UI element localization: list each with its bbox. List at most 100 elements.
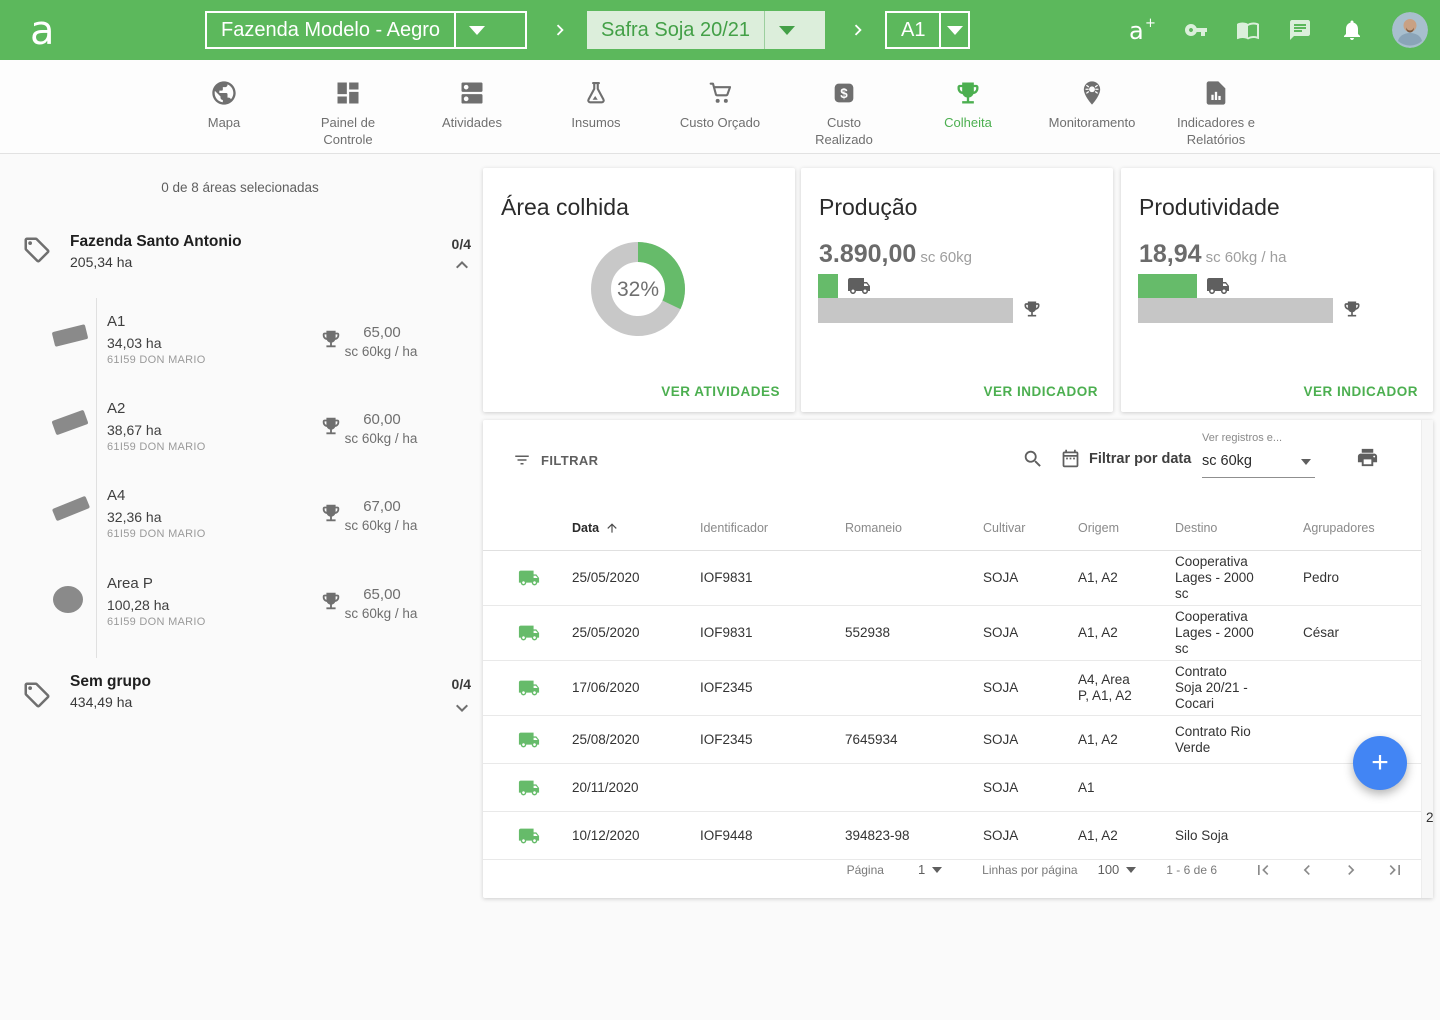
area-item-a2[interactable]: A2 38,67 ha 61I59 DON MARIO 60,00 sc 60k…	[0, 397, 470, 485]
cell-destino: Contrato Rio Verde	[1175, 724, 1303, 756]
nav-label: Insumos	[571, 114, 620, 131]
chevron-down-icon	[932, 867, 942, 873]
nav-item-custo-orcado[interactable]: Custo Orçado	[658, 60, 782, 153]
book-icon[interactable]	[1236, 18, 1260, 42]
sort-arrow-up-icon	[605, 521, 619, 535]
nav-item-indicadores-relatorios[interactable]: Indicadores e Relatórios	[1154, 60, 1278, 153]
area-selector-caret[interactable]	[939, 13, 968, 47]
area-shape-icon	[52, 324, 89, 347]
group-fazenda-santo-antonio[interactable]: Fazenda Santo Antonio 205,34 ha 0/4	[0, 233, 480, 293]
area-size: 34,03 ha	[107, 335, 162, 351]
group-selected-count: 0/4	[452, 676, 471, 692]
search-icon[interactable]	[1022, 448, 1044, 470]
expand-icon[interactable]	[450, 696, 474, 720]
table-scrollbar[interactable]	[1421, 420, 1433, 898]
production-progress	[818, 274, 1013, 298]
group-sem-grupo[interactable]: Sem grupo 434,49 ha 0/4	[0, 673, 480, 733]
cell-origem: A1	[1078, 780, 1175, 796]
cell-cultivar: SOJA	[983, 625, 1078, 641]
group-area: 434,49 ha	[70, 694, 132, 710]
harvest-records-table-card: FILTRAR Filtrar por data Ver registros e…	[483, 420, 1433, 898]
production-unit: sc 60kg	[920, 249, 972, 266]
cell-agrupadores: César	[1303, 625, 1421, 641]
page-label: Página	[847, 863, 884, 877]
filter-button[interactable]: FILTRAR	[513, 451, 598, 469]
farm-selector-dropdown[interactable]: Fazenda Modelo - Aegro	[205, 11, 527, 49]
table-row[interactable]: 25/05/2020 IOF9831 SOJA A1, A2 Cooperati…	[483, 551, 1421, 606]
chevron-down-icon	[1301, 459, 1311, 465]
collapse-icon[interactable]	[450, 253, 474, 277]
main-nav: Mapa Painel de Controle Atividades Insum…	[0, 60, 1440, 154]
svg-text:a: a	[30, 8, 55, 52]
svg-text:$: $	[840, 86, 848, 101]
area-variety: 61I59 DON MARIO	[107, 616, 206, 628]
area-name: A1	[107, 313, 125, 330]
farm-selector-caret[interactable]	[454, 13, 498, 47]
table-row[interactable]: 20/11/2020 SOJA A1	[483, 764, 1421, 812]
chat-icon[interactable]	[1288, 18, 1312, 42]
table-header-row: Data Identificador Romaneio Cultivar Ori…	[483, 505, 1421, 551]
areas-sidebar: 0 de 8 áreas selecionadas Fazenda Santo …	[0, 154, 480, 1020]
filter-by-date-button[interactable]: Filtrar por data	[1060, 448, 1191, 469]
last-page-icon[interactable]	[1385, 860, 1405, 880]
column-romaneio[interactable]: Romaneio	[845, 521, 983, 535]
nav-item-custo-realizado[interactable]: $ Custo Realizado	[782, 60, 906, 153]
calendar-icon	[1060, 448, 1081, 469]
ver-atividades-link[interactable]: VER ATIVIDADES	[661, 384, 780, 399]
season-selector-caret[interactable]	[764, 11, 808, 49]
column-origem[interactable]: Origem	[1078, 521, 1175, 535]
nav-item-painel-de-controle[interactable]: Painel de Controle	[286, 60, 410, 153]
table-row[interactable]: 17/06/2020 IOF2345 SOJA A4, Area P, A1, …	[483, 661, 1421, 716]
column-cultivar[interactable]: Cultivar	[983, 521, 1078, 535]
production-value-row: 3.890,00sc 60kg	[819, 240, 972, 269]
column-data[interactable]: Data	[572, 521, 700, 535]
first-page-icon[interactable]	[1253, 860, 1273, 880]
area-item-a4[interactable]: A4 32,36 ha 61I59 DON MARIO 67,00 sc 60k…	[0, 484, 470, 572]
rows-per-page-select[interactable]: 100	[1098, 862, 1137, 877]
cell-identificador: IOF9831	[700, 625, 845, 641]
ver-indicador-link[interactable]: VER INDICADOR	[1303, 384, 1418, 399]
next-page-icon[interactable]	[1341, 860, 1361, 880]
key-icon[interactable]	[1184, 18, 1208, 42]
add-account-icon[interactable]: a +	[1126, 15, 1156, 45]
activities-list-icon	[458, 79, 486, 107]
area-item-a1[interactable]: A1 34,03 ha 61I59 DON MARIO 65,00 sc 60k…	[0, 310, 470, 398]
column-agrupadores[interactable]: Agrupadores	[1303, 521, 1421, 535]
nav-item-colheita[interactable]: Colheita	[906, 60, 1030, 153]
cell-cultivar: SOJA	[983, 732, 1078, 748]
flask-icon	[582, 79, 610, 107]
area-variety: 61I59 DON MARIO	[107, 528, 206, 540]
nav-item-atividades[interactable]: Atividades	[410, 60, 534, 153]
table-row[interactable]: 25/08/2020 IOF2345 7645934 SOJA A1, A2 C…	[483, 716, 1421, 764]
nav-item-monitoramento[interactable]: Monitoramento	[1030, 60, 1154, 153]
prev-page-icon[interactable]	[1297, 860, 1317, 880]
cell-destino: Cooperativa Lages - 2000 sc	[1175, 554, 1303, 602]
cell-identificador: IOF2345	[700, 732, 845, 748]
cell-data: 17/06/2020	[572, 680, 700, 696]
ver-indicador-link[interactable]: VER INDICADOR	[983, 384, 1098, 399]
production-value: 3.890,00	[819, 240, 916, 268]
area-item-area-p[interactable]: Area P 100,28 ha 61I59 DON MARIO 65,00 s…	[0, 572, 470, 660]
add-record-fab[interactable]: +	[1353, 736, 1407, 790]
page-select[interactable]: 1	[918, 862, 942, 877]
cell-data: 25/05/2020	[572, 570, 700, 586]
unit-select[interactable]: Ver registros e... sc 60kg	[1202, 432, 1315, 478]
area-size: 32,36 ha	[107, 509, 162, 525]
nav-label: Painel de Controle	[321, 114, 375, 148]
area-selector-dropdown[interactable]: A1	[885, 11, 970, 49]
chevron-down-icon	[779, 26, 795, 35]
column-destino[interactable]: Destino	[1175, 521, 1303, 535]
card-title: Produtividade	[1139, 194, 1280, 221]
column-identificador[interactable]: Identificador	[700, 521, 845, 535]
bell-icon[interactable]	[1340, 18, 1364, 42]
nav-item-insumos[interactable]: Insumos	[534, 60, 658, 153]
print-icon[interactable]	[1356, 446, 1379, 469]
goal-unit: sc 60kg / ha	[330, 344, 432, 359]
season-selector-dropdown[interactable]: Safra Soja 20/21	[587, 11, 825, 49]
avatar[interactable]	[1392, 12, 1428, 48]
tag-icon	[22, 680, 52, 710]
area-size: 38,67 ha	[107, 422, 162, 438]
nav-item-mapa[interactable]: Mapa	[162, 60, 286, 153]
table-row[interactable]: 25/05/2020 IOF9831 552938 SOJA A1, A2 Co…	[483, 606, 1421, 661]
aegro-logo-icon[interactable]: a	[20, 8, 64, 52]
